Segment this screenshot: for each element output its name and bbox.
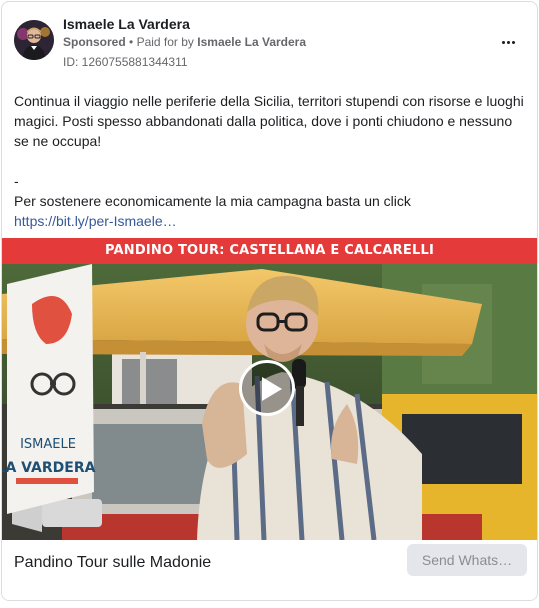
link-footer[interactable]: Pandino Tour sulle Madonie Send Whats… — [2, 540, 537, 600]
paid-for-by-label: Paid for by — [136, 35, 194, 49]
sponsor-line: Sponsored • Paid for by Ismaele La Varde… — [63, 35, 306, 49]
sponsored-label: Sponsored — [63, 35, 126, 49]
post-link[interactable]: https://bit.ly/per-Ismaele… — [14, 213, 177, 229]
ad-card: Ismaele La Vardera Sponsored • Paid for … — [1, 1, 538, 601]
post-author[interactable]: Ismaele La Vardera — [63, 16, 190, 32]
send-whatsapp-button[interactable]: Send Whats… — [407, 544, 527, 576]
post-paragraph: Continua il viaggio nelle periferie dell… — [14, 93, 524, 149]
video-banner: PANDINO TOUR: CASTELLANA E CALCARELLI — [2, 238, 537, 264]
play-icon[interactable] — [239, 360, 295, 416]
link-title[interactable]: Pandino Tour sulle Madonie — [14, 554, 211, 572]
post-dash: - — [14, 173, 19, 189]
separator-dot: • — [129, 35, 134, 49]
avatar[interactable] — [14, 20, 54, 60]
poster-surname: LA VARDERA — [2, 460, 96, 476]
poster-name: ISMAELE — [20, 437, 76, 452]
post-text: Continua il viaggio nelle periferie dell… — [14, 91, 530, 231]
ad-id: ID: 1260755881344311 — [63, 55, 188, 69]
video-player[interactable]: ISMAELE LA VARDERA — [2, 264, 537, 540]
more-options-icon[interactable] — [496, 32, 520, 52]
payer-name[interactable]: Ismaele La Vardera — [197, 35, 306, 49]
post-paragraph-cta: Per sostenere economicamente la mia camp… — [14, 193, 411, 209]
